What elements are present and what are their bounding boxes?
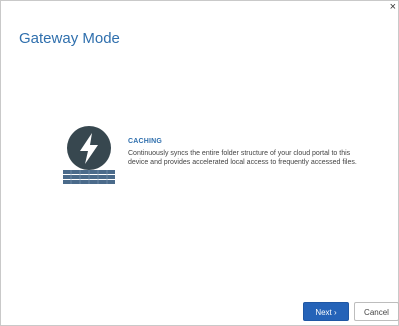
cancel-button[interactable]: Cancel: [354, 302, 399, 321]
mode-text-block: CACHING Continuously syncs the entire fo…: [128, 137, 360, 167]
lightning-bolt-icon: [63, 126, 115, 184]
gateway-mode-dialog: × Gateway Mode CACHING Continuously sync…: [0, 0, 399, 326]
mode-name: CACHING: [128, 138, 163, 145]
dialog-title: Gateway Mode: [19, 30, 120, 47]
mode-description: Continuously syncs the entire folder str…: [128, 150, 357, 166]
close-icon[interactable]: ×: [390, 2, 396, 13]
next-button[interactable]: Next ›: [303, 302, 349, 321]
